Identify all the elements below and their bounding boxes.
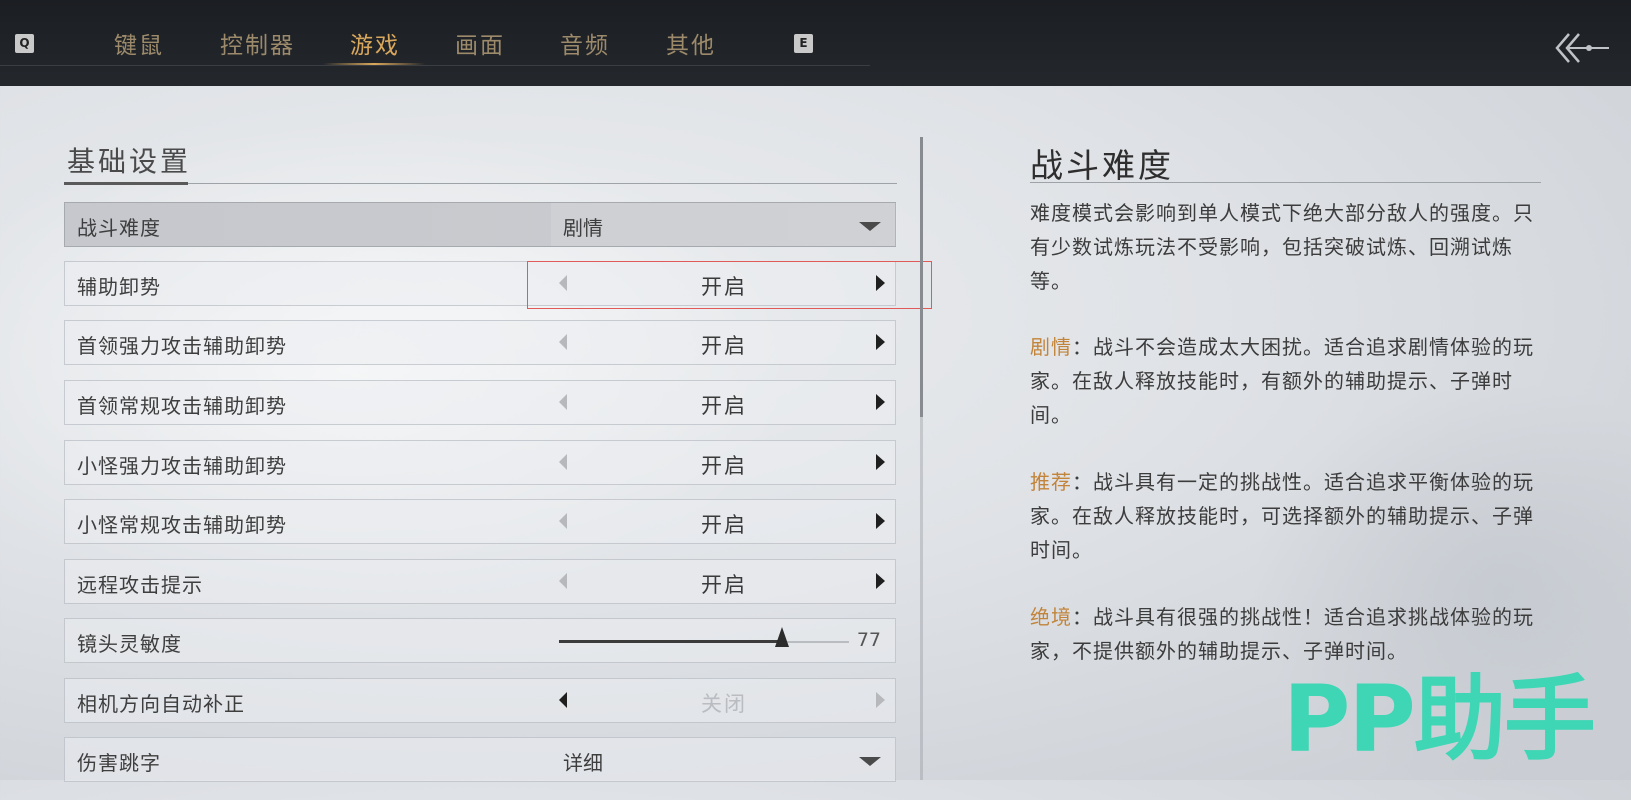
focus-highlight-box [527,261,932,309]
arrow-right-icon[interactable] [876,394,885,410]
setting-label: 辅助卸势 [77,275,161,299]
description-intro: 难度模式会影响到单人模式下绝大部分敌人的强度。只有少数试炼玩法不受影响，包括突破… [1030,201,1534,293]
mode-recommended-description: 推荐：战斗具有一定的挑战性。适合追求平衡体验的玩家。在敌人释放技能时，可选择额外… [1030,465,1545,567]
topbar-divider [0,65,870,66]
toggle-value: 开启 [701,334,747,358]
setting-row-minion-normal-assist[interactable]: 小怪常规攻击辅助卸势 开启 [64,499,896,544]
setting-row-minion-heavy-assist[interactable]: 小怪强力攻击辅助卸势 开启 [64,440,896,485]
top-navigation-bar: Q 键鼠 控制器 游戏 画面 音频 其他 E [0,0,1631,86]
setting-row-camera-sensitivity[interactable]: 镜头灵敏度 77 [64,618,896,663]
toggle-value: 开启 [701,454,747,478]
setting-label: 伤害跳字 [77,751,161,775]
toggle-value: 开启 [701,394,747,418]
setting-label: 相机方向自动补正 [77,692,245,716]
damage-numbers-dropdown[interactable]: 详细 [551,738,897,781]
tab-audio[interactable]: 音频 [560,26,610,60]
toggle-selector[interactable]: 开启 [551,381,897,424]
arrow-right-icon[interactable] [876,334,885,350]
toggle-value: 开启 [701,513,747,537]
arrow-right-icon[interactable] [876,692,885,708]
slider-thumb[interactable] [775,627,790,647]
setting-label: 小怪常规攻击辅助卸势 [77,513,287,537]
e-key-hint[interactable]: E [794,34,813,53]
setting-label: 首领常规攻击辅助卸势 [77,394,287,418]
arrow-right-icon[interactable] [876,513,885,529]
setting-row-ranged-attack-hint[interactable]: 远程攻击提示 开启 [64,559,896,604]
section-divider-accent [64,182,188,185]
toggle-selector[interactable]: 开启 [551,321,897,364]
toggle-selector[interactable]: 开启 [551,441,897,484]
tab-game[interactable]: 游戏 [350,26,400,60]
description-title: 战斗难度 [1030,146,1174,185]
setting-row-damage-numbers[interactable]: 伤害跳字 详细 [64,737,896,782]
mode-text: ：战斗具有一定的挑战性。适合追求平衡体验的玩家。在敌人释放技能时，可选择额外的辅… [1030,470,1534,562]
mode-name: 推荐 [1030,470,1072,494]
setting-row-combat-difficulty[interactable]: 战斗难度 剧情 [64,202,897,247]
toggle-selector[interactable]: 开启 [551,560,897,603]
setting-label: 远程攻击提示 [77,573,203,597]
section-title: 基础设置 [67,145,192,178]
toggle-value: 关闭 [701,692,747,716]
sensitivity-slider[interactable]: 77 [551,619,897,662]
setting-row-camera-auto-correct[interactable]: 相机方向自动补正 关闭 [64,678,896,723]
mode-text: ：战斗不会造成太大困扰。适合追求剧情体验的玩家。在敌人释放技能时，有额外的辅助提… [1030,335,1534,427]
toggle-value: 开启 [701,573,747,597]
tab-controller[interactable]: 控制器 [220,26,295,60]
setting-row-boss-normal-assist[interactable]: 首领常规攻击辅助卸势 开启 [64,380,896,425]
section-divider [64,183,897,184]
tab-other[interactable]: 其他 [666,26,716,60]
tab-keyboard-mouse[interactable]: 键鼠 [114,26,164,60]
dropdown-value: 剧情 [563,216,603,240]
slider-value: 77 [856,629,881,651]
mode-name: 剧情 [1030,335,1072,359]
scrollbar-thumb[interactable] [920,137,923,417]
setting-label: 小怪强力攻击辅助卸势 [77,454,287,478]
slider-fill [559,640,783,643]
setting-row-boss-heavy-assist[interactable]: 首领强力攻击辅助卸势 开启 [64,320,896,365]
dropdown-value: 详细 [563,751,603,775]
difficulty-dropdown[interactable]: 剧情 [551,203,897,246]
toggle-selector[interactable]: 开启 [551,500,897,543]
tab-display[interactable]: 画面 [455,26,505,60]
chevron-down-icon[interactable] [859,222,881,231]
watermark-logo: PP助手 [1283,666,1596,773]
setting-label: 战斗难度 [77,216,161,240]
back-arrow-icon[interactable] [1553,28,1611,68]
arrow-right-icon[interactable] [876,454,885,470]
setting-label: 首领强力攻击辅助卸势 [77,334,287,358]
description-divider [1030,182,1541,183]
mode-text: ：战斗具有很强的挑战性！适合追求挑战体验的玩家，不提供额外的辅助提示、子弹时间。 [1030,605,1534,663]
mode-extreme-description: 绝境：战斗具有很强的挑战性！适合追求挑战体验的玩家，不提供额外的辅助提示、子弹时… [1030,600,1545,668]
mode-name: 绝境 [1030,605,1072,629]
setting-label: 镜头灵敏度 [77,632,182,656]
q-key-hint[interactable]: Q [15,34,34,53]
toggle-selector[interactable]: 关闭 [551,679,897,722]
mode-story-description: 剧情：战斗不会造成太大困扰。适合追求剧情体验的玩家。在敌人释放技能时，有额外的辅… [1030,330,1545,432]
chevron-down-icon[interactable] [859,757,881,766]
arrow-right-icon[interactable] [876,573,885,589]
